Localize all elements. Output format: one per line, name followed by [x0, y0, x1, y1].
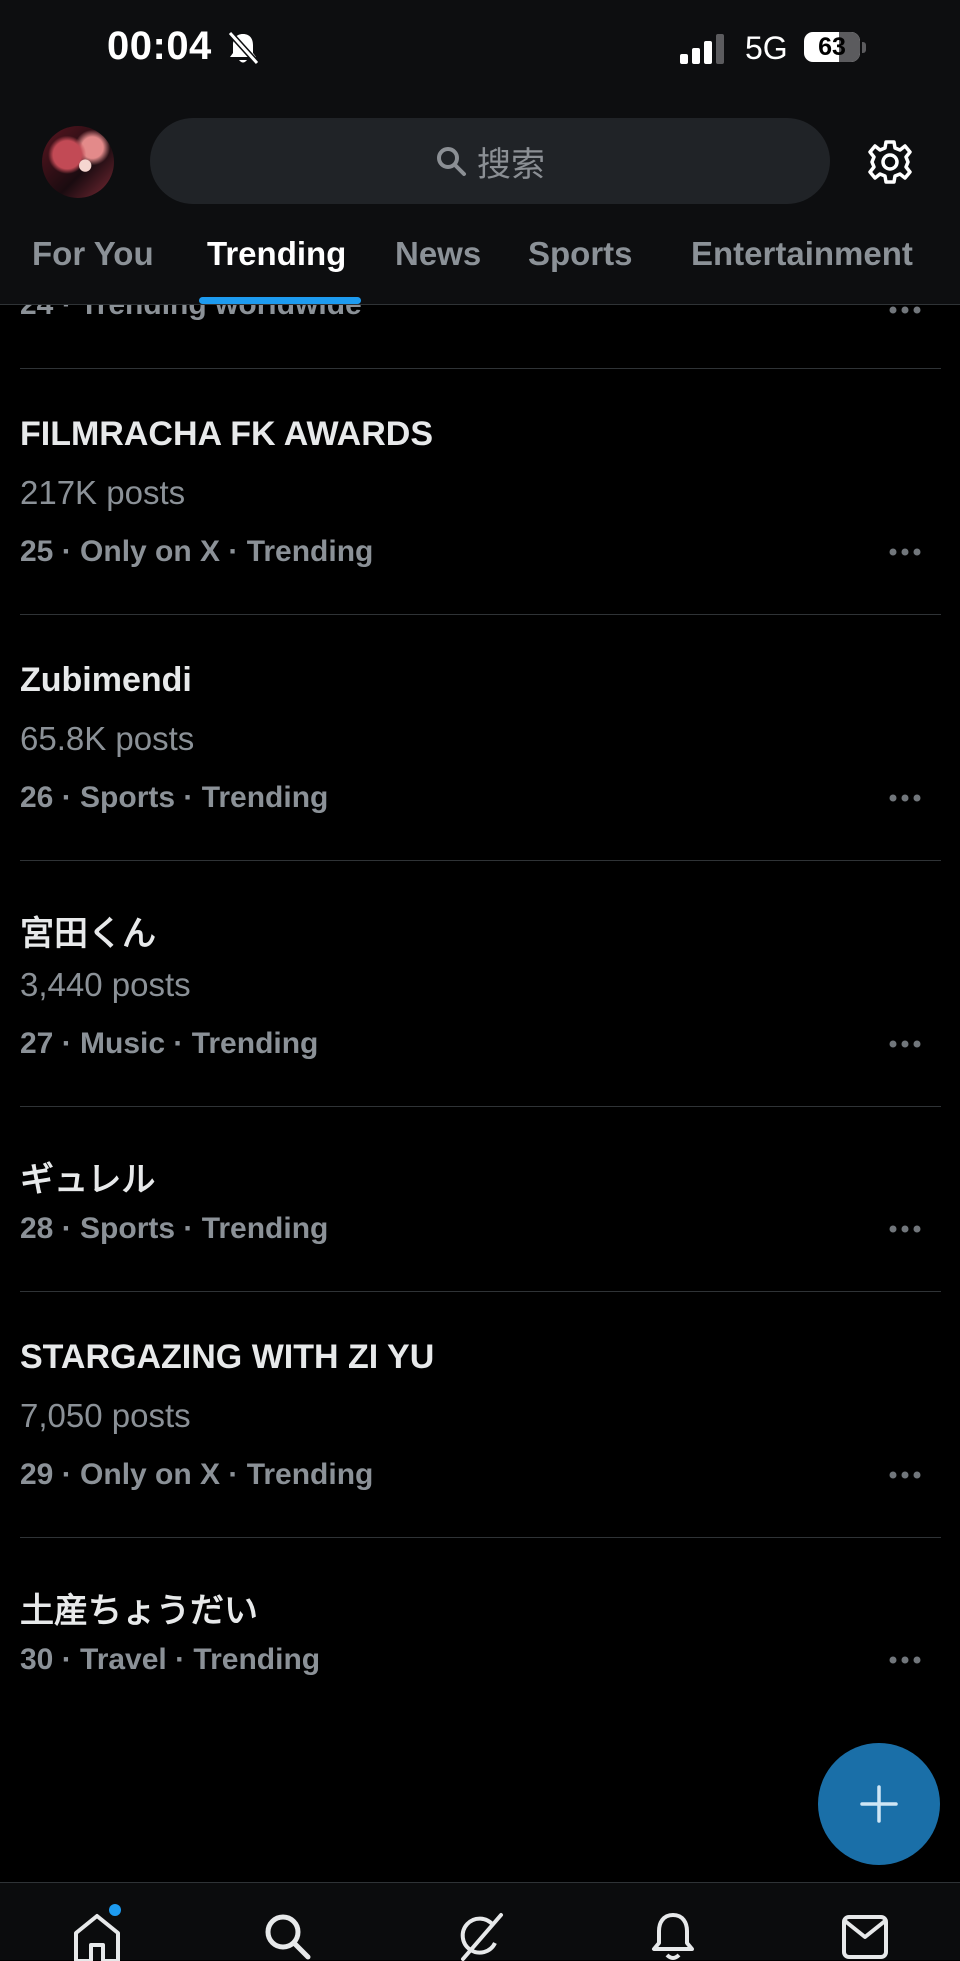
more-icon[interactable]	[887, 792, 923, 804]
plus-icon	[860, 1785, 898, 1823]
trend-name: FILMRACHA FK AWARDS	[20, 415, 433, 453]
divider	[20, 860, 941, 861]
tab-for-you[interactable]: For You	[32, 235, 154, 273]
more-icon[interactable]	[887, 1038, 923, 1050]
more-icon[interactable]	[887, 304, 923, 316]
tab-bar: For You Trending News Sports Entertainme…	[0, 230, 960, 305]
grok-icon[interactable]	[455, 1911, 505, 1961]
trend-name: STARGAZING WITH ZI YU	[20, 1338, 435, 1376]
gear-icon[interactable]	[866, 138, 914, 186]
search-bar[interactable]: 搜索	[150, 118, 830, 204]
messages-icon[interactable]	[840, 1911, 890, 1961]
signal-icon	[680, 34, 724, 64]
status-bar: 00:04 5G 63	[0, 0, 960, 100]
bottom-nav	[0, 1882, 960, 1961]
bell-slash-icon	[227, 30, 260, 66]
trend-name: ギュレル	[20, 1161, 156, 1199]
avatar[interactable]	[42, 126, 114, 198]
notifications-icon[interactable]	[648, 1911, 698, 1961]
trend-name: Zubimendi	[20, 661, 192, 699]
trend-posts: 65.8K posts	[20, 720, 195, 757]
trend-meta: 28 · Sports · Trending	[20, 1212, 329, 1245]
top-bar: 00:04 5G 63 搜索 For You Trending News Spo…	[0, 0, 960, 305]
trend-posts: 217K posts	[20, 474, 186, 511]
tab-trending[interactable]: Trending	[207, 235, 346, 273]
tab-indicator	[199, 297, 361, 304]
battery-icon: 63	[804, 32, 866, 64]
divider	[20, 368, 941, 369]
trend-meta: 29 · Only on X · Trending	[20, 1458, 374, 1491]
divider	[20, 1291, 941, 1292]
more-icon[interactable]	[887, 1469, 923, 1481]
battery-level: 63	[818, 33, 846, 61]
search-icon	[437, 147, 466, 176]
home-notification-dot	[109, 1904, 121, 1916]
divider	[20, 1537, 941, 1538]
trend-name: 土産ちょうだい	[20, 1592, 258, 1630]
home-icon[interactable]	[72, 1911, 122, 1961]
divider	[0, 304, 960, 305]
search-placeholder: 搜索	[477, 145, 545, 184]
tab-entertainment[interactable]: Entertainment	[691, 235, 913, 273]
trend-posts: 3,440 posts	[20, 966, 191, 1003]
network-type: 5G	[745, 30, 788, 66]
more-icon[interactable]	[887, 546, 923, 558]
trend-meta: 26 · Sports · Trending	[20, 781, 329, 814]
more-icon[interactable]	[887, 1654, 923, 1666]
trend-posts: 7,050 posts	[20, 1397, 191, 1434]
search-icon[interactable]	[262, 1911, 312, 1961]
divider	[20, 614, 941, 615]
trend-meta: 30 · Travel · Trending	[20, 1643, 321, 1676]
trend-name: 宮田くん	[20, 915, 156, 953]
tab-sports[interactable]: Sports	[528, 235, 633, 273]
status-time: 00:04	[107, 24, 212, 68]
trend-meta: 25 · Only on X · Trending	[20, 535, 374, 568]
divider	[20, 1106, 941, 1107]
trend-meta: 27 · Music · Trending	[20, 1027, 319, 1060]
tab-news[interactable]: News	[395, 235, 481, 273]
compose-button[interactable]	[818, 1743, 940, 1865]
more-icon[interactable]	[887, 1223, 923, 1235]
